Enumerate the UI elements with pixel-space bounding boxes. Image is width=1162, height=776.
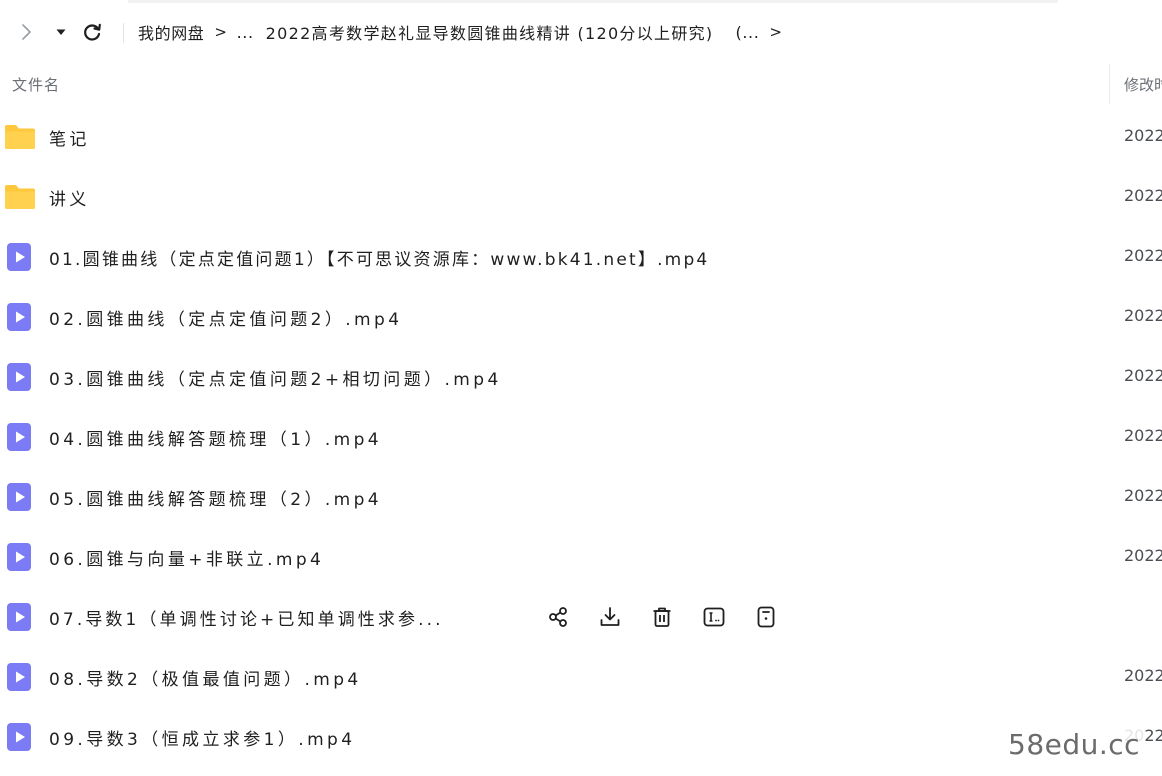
- delete-button[interactable]: [649, 604, 675, 630]
- file-modified-date: 2022: [1124, 126, 1162, 145]
- file-row[interactable]: 03.圆锥曲线（定点定值问题2+相切问题）.mp4 2022: [0, 347, 1162, 407]
- file-browser: 我的网盘 > ... 2022高考数学赵礼显导数圆锥曲线精讲 (120分以上研究…: [0, 0, 1162, 776]
- file-row[interactable]: 04.圆锥曲线解答题梳理（1）.mp4 2022: [0, 407, 1162, 467]
- download-button[interactable]: [597, 604, 623, 630]
- video-file-icon: [7, 543, 31, 571]
- file-name[interactable]: 01.圆锥曲线（定点定值问题1）【不可思议资源库：www.bk41.net】.m…: [49, 245, 709, 270]
- download-icon: [600, 607, 620, 626]
- video-file-icon: [7, 423, 31, 451]
- history-dropdown-button[interactable]: [52, 20, 70, 44]
- breadcrumb-trailing[interactable]: (...: [735, 23, 759, 42]
- delete-icon: [653, 607, 671, 627]
- breadcrumb: 我的网盘 > ... 2022高考数学赵礼显导数圆锥曲线精讲 (120分以上研究…: [138, 20, 792, 44]
- more-icon: [757, 606, 775, 628]
- more-button[interactable]: [753, 604, 779, 630]
- file-row[interactable]: 06.圆锥与向量+非联立.mp4 2022: [0, 527, 1162, 587]
- file-name[interactable]: 02.圆锥曲线（定点定值问题2）.mp4: [49, 305, 402, 330]
- file-name[interactable]: 笔记: [49, 125, 90, 150]
- file-name[interactable]: 讲义: [49, 185, 90, 210]
- file-row[interactable]: 05.圆锥曲线解答题梳理（2）.mp4 2022: [0, 467, 1162, 527]
- file-modified-date: 2022: [1124, 306, 1162, 325]
- file-name[interactable]: 09.导数3（恒成立求参1）.mp4: [49, 725, 355, 750]
- rename-button[interactable]: [701, 604, 727, 630]
- watermark: 58edu.cc: [1004, 728, 1145, 761]
- column-divider[interactable]: [1109, 64, 1110, 104]
- file-row[interactable]: 02.圆锥曲线（定点定值问题2）.mp4 2022: [0, 287, 1162, 347]
- nav-divider: [123, 23, 124, 43]
- video-file-icon: [7, 603, 31, 631]
- caret-down-icon: [56, 29, 66, 35]
- video-file-icon: [7, 723, 31, 751]
- column-header-name[interactable]: 文件名: [12, 74, 60, 95]
- breadcrumb-separator: >: [214, 23, 228, 41]
- file-modified-date: 2022: [1124, 426, 1162, 445]
- file-modified-date: 2022: [1124, 546, 1162, 565]
- video-file-icon: [7, 663, 31, 691]
- breadcrumb-root[interactable]: 我的网盘: [138, 20, 204, 44]
- video-file-icon: [7, 483, 31, 511]
- row-actions: [545, 603, 805, 631]
- file-row-hovered[interactable]: 07.导数1（单调性讨论+已知单调性求参...: [0, 587, 1162, 647]
- file-modified-date: 2022: [1124, 186, 1162, 205]
- file-row[interactable]: 讲义 2022: [0, 167, 1162, 227]
- file-row[interactable]: 08.导数2（极值最值问题）.mp4 2022: [0, 647, 1162, 707]
- file-table-header: 文件名 修改时: [0, 62, 1162, 106]
- breadcrumb-current-folder[interactable]: 2022高考数学赵礼显导数圆锥曲线精讲 (120分以上研究): [266, 20, 714, 44]
- folder-icon: [5, 185, 35, 209]
- file-name[interactable]: 08.导数2（极值最值问题）.mp4: [49, 665, 362, 690]
- column-header-modified[interactable]: 修改时: [1124, 74, 1162, 95]
- video-file-icon: [7, 363, 31, 391]
- file-name[interactable]: 04.圆锥曲线解答题梳理（1）.mp4: [49, 425, 382, 450]
- chevron-right-icon: [22, 24, 31, 40]
- breadcrumb-end-separator: >: [769, 23, 783, 41]
- video-file-icon: [7, 303, 31, 331]
- share-button[interactable]: [545, 604, 571, 630]
- file-row[interactable]: 01.圆锥曲线（定点定值问题1）【不可思议资源库：www.bk41.net】.m…: [0, 227, 1162, 287]
- forward-button[interactable]: [14, 20, 38, 44]
- breadcrumb-collapsed[interactable]: ...: [237, 23, 254, 42]
- file-modified-date: 2022: [1124, 366, 1162, 385]
- file-name[interactable]: 03.圆锥曲线（定点定值问题2+相切问题）.mp4: [49, 365, 502, 390]
- refresh-button[interactable]: [79, 20, 105, 44]
- file-name[interactable]: 06.圆锥与向量+非联立.mp4: [49, 545, 324, 570]
- file-modified-date: 2022: [1124, 666, 1162, 685]
- folder-icon: [5, 125, 35, 149]
- share-icon: [549, 607, 567, 627]
- file-modified-date: 2022: [1124, 246, 1162, 265]
- video-file-icon: [7, 243, 31, 271]
- file-name[interactable]: 07.导数1（单调性讨论+已知单调性求参...: [49, 605, 444, 630]
- refresh-icon: [84, 23, 101, 41]
- rename-icon: [703, 607, 725, 627]
- file-modified-date: 2022: [1124, 486, 1162, 505]
- top-divider: [128, 0, 1058, 3]
- file-name[interactable]: 05.圆锥曲线解答题梳理（2）.mp4: [49, 485, 382, 510]
- file-row[interactable]: 笔记 2022: [0, 107, 1162, 167]
- file-row[interactable]: 09.导数3（恒成立求参1）.mp4 2022: [0, 707, 1162, 767]
- nav-bar: 我的网盘 > ... 2022高考数学赵礼显导数圆锥曲线精讲 (120分以上研究…: [0, 10, 1162, 54]
